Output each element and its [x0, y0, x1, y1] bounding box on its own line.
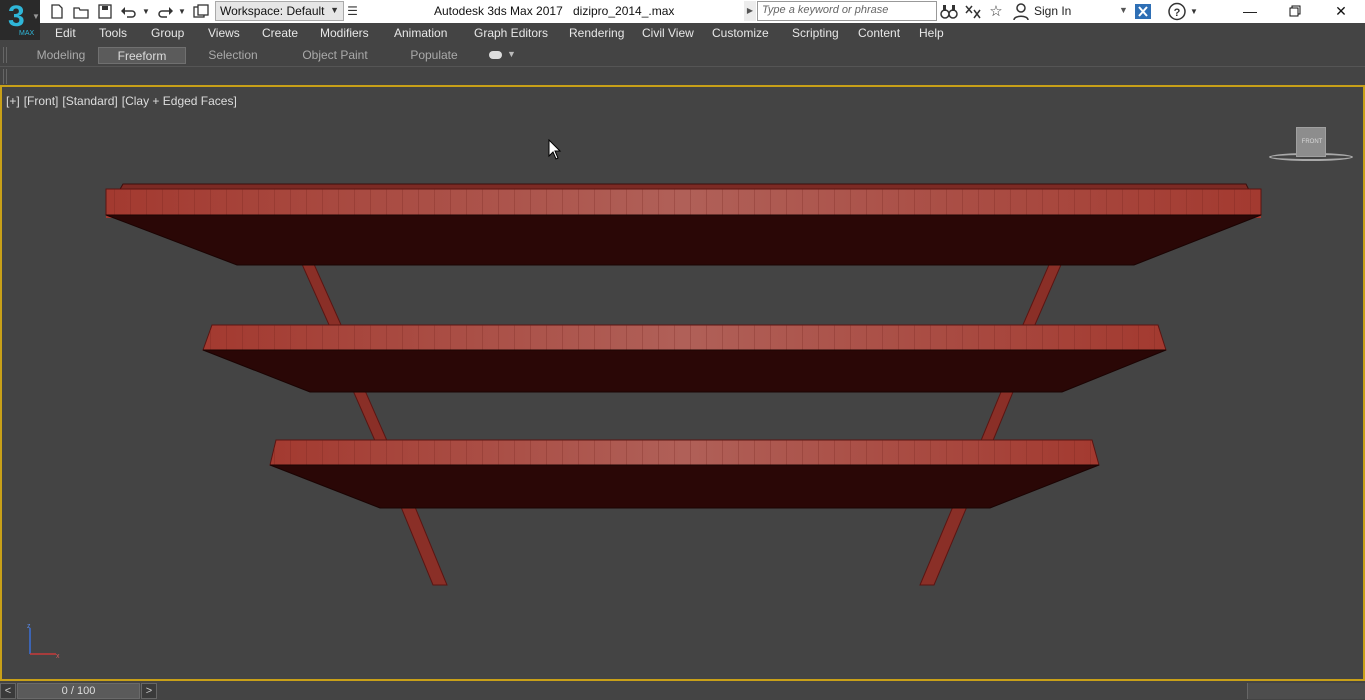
search-expand-icon[interactable]: ▶	[744, 1, 756, 21]
shelf-legs	[292, 243, 1071, 586]
file-name: dizipro_2014_.max	[573, 4, 675, 18]
app-menu-chevron-icon: ▼	[32, 12, 40, 21]
help-icon[interactable]: ?	[1167, 2, 1187, 21]
restore-icon[interactable]	[1272, 0, 1318, 22]
tab-freeform[interactable]: Freeform	[98, 47, 186, 64]
project-folder-icon[interactable]	[192, 3, 210, 20]
menu-modifiers[interactable]: Modifiers	[320, 26, 369, 40]
ribbon-toggle-button[interactable]: ▼	[489, 48, 516, 62]
menu-help[interactable]: Help	[919, 26, 944, 40]
menu-tools[interactable]: Tools	[99, 26, 127, 40]
title-bar: 3 ▼ MAX ▼ ▼ Workspace: Default ▼ ☰ Autod…	[0, 0, 1365, 40]
time-slider-prev-button[interactable]: <	[0, 683, 16, 699]
mouse-cursor-icon	[548, 139, 562, 160]
star-icon[interactable]: ☆	[986, 2, 1006, 21]
ribbon-panel	[0, 66, 1365, 85]
status-right-panel	[1247, 683, 1365, 699]
search-input[interactable]: Type a keyword or phrase	[757, 1, 937, 21]
menu-create[interactable]: Create	[262, 26, 298, 40]
world-axis-tripod-icon: z x	[27, 623, 60, 660]
redo-icon[interactable]	[156, 3, 174, 20]
time-slider-bar: < 0 / 100 >	[0, 681, 1365, 700]
menu-content[interactable]: Content	[858, 26, 900, 40]
chevron-down-icon[interactable]: ▼	[1119, 5, 1128, 15]
close-icon[interactable]: ✕	[1318, 0, 1364, 22]
ribbon-toggle-icon	[489, 51, 502, 59]
viewcube-face[interactable]: FRONT	[1296, 127, 1326, 157]
chevron-down-icon[interactable]: ▼	[1188, 2, 1200, 21]
menu-scripting[interactable]: Scripting	[792, 26, 839, 40]
sign-in-label[interactable]: Sign In	[1034, 4, 1071, 18]
app-logo-button[interactable]: 3 ▼ MAX	[0, 0, 40, 40]
menu-rendering[interactable]: Rendering	[569, 26, 624, 40]
tab-modeling[interactable]: Modeling	[28, 47, 94, 64]
menu-group[interactable]: Group	[151, 26, 184, 40]
time-slider[interactable]: 0 / 100	[17, 683, 140, 699]
menu-views[interactable]: Views	[208, 26, 240, 40]
workspace-menu-icon[interactable]: ☰	[345, 1, 360, 21]
user-icon[interactable]	[1011, 2, 1031, 21]
open-file-icon[interactable]	[72, 3, 90, 20]
time-slider-track[interactable]	[158, 683, 1244, 699]
save-icon[interactable]	[96, 3, 114, 20]
shelf-bottom	[269, 439, 1100, 509]
svg-text:z: z	[27, 623, 31, 630]
menu-graph-editors[interactable]: Graph Editors	[474, 26, 548, 40]
undo-icon[interactable]	[120, 3, 138, 20]
viewport-front[interactable]: [+] [Front] [Standard] [Clay + Edged Faces]	[0, 85, 1365, 681]
tab-object-paint[interactable]: Object Paint	[292, 47, 378, 64]
viewcube-face-label: FRONT	[1301, 139, 1323, 145]
chevron-down-icon: ▼	[507, 49, 516, 59]
app-logo-number: 3	[8, 0, 25, 33]
app-title: Autodesk 3ds Max 2017	[434, 4, 563, 18]
shelf-middle	[202, 324, 1167, 393]
chevron-down-icon: ▼	[330, 5, 339, 15]
redo-history-chevron-icon[interactable]: ▼	[176, 3, 188, 20]
ribbon-panel-grip[interactable]	[3, 69, 7, 84]
shelf-model	[105, 183, 1262, 586]
exchange-icon[interactable]	[963, 2, 983, 21]
minimize-icon[interactable]: —	[1227, 0, 1273, 22]
x-icon[interactable]	[1133, 2, 1153, 21]
menu-customize[interactable]: Customize	[712, 26, 769, 40]
menu-bar: Edit Tools Group Views Create Modifiers …	[40, 23, 1365, 44]
new-file-icon[interactable]	[48, 3, 66, 20]
menu-civil-view[interactable]: Civil View	[642, 26, 694, 40]
time-slider-next-button[interactable]: >	[141, 683, 157, 699]
svg-text:x: x	[56, 653, 60, 660]
binoculars-icon[interactable]	[939, 2, 959, 21]
menu-edit[interactable]: Edit	[55, 26, 76, 40]
ribbon-grip[interactable]	[3, 47, 7, 63]
workspace-label: Workspace: Default	[220, 4, 325, 18]
tab-populate[interactable]: Populate	[403, 47, 465, 64]
ribbon-tabs: Modeling Freeform Selection Object Paint…	[0, 44, 1365, 66]
tab-selection[interactable]: Selection	[200, 47, 266, 64]
svg-text:?: ?	[1174, 7, 1181, 19]
undo-history-chevron-icon[interactable]: ▼	[140, 3, 152, 20]
app-logo-sub: MAX	[19, 30, 35, 37]
shelf-top	[105, 183, 1262, 266]
menu-animation[interactable]: Animation	[394, 26, 447, 40]
viewcube[interactable]: FRONT	[1265, 125, 1353, 167]
workspace-dropdown[interactable]: Workspace: Default ▼	[215, 1, 344, 21]
